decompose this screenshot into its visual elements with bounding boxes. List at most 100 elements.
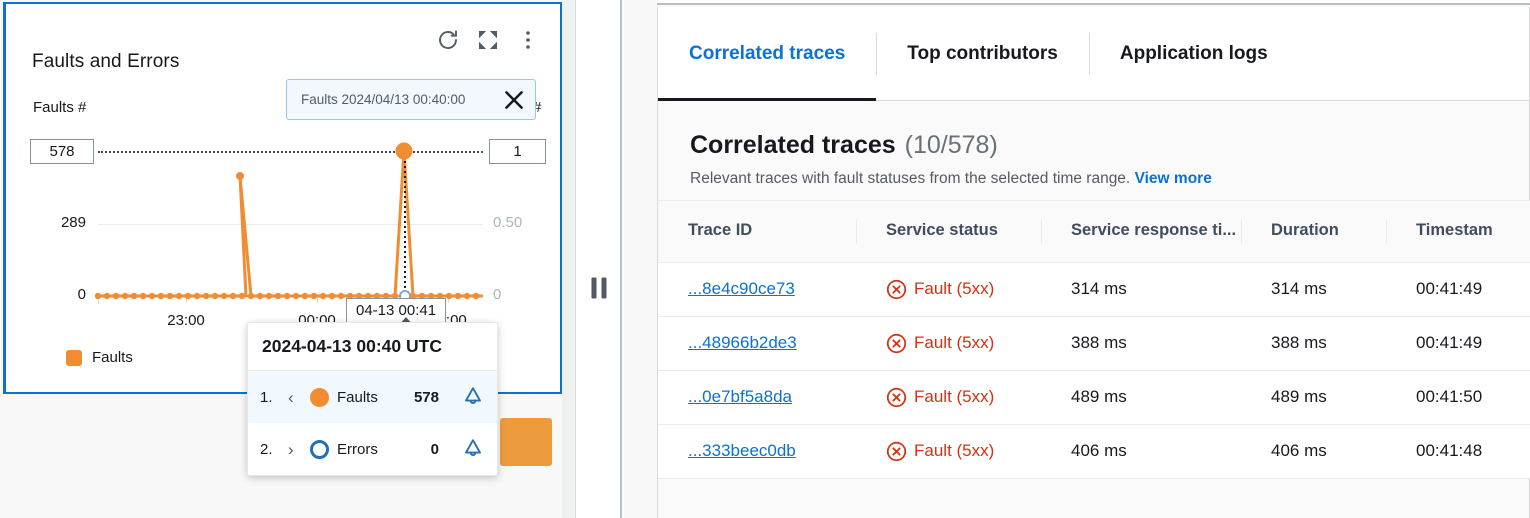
column-header-label: Duration <box>1241 221 1386 240</box>
cell-trace-id: ...0e7bf5a8da <box>658 370 856 424</box>
tooltip-series-value: 0 <box>431 441 439 458</box>
status-label: Fault (5xx) <box>914 279 994 299</box>
correlated-traces-table: Trace ID Service status Service response… <box>658 200 1530 479</box>
tooltip-row-errors[interactable]: 2. › Errors 0 <box>248 423 497 475</box>
trace-id-link[interactable]: ...333beec0db <box>688 441 796 460</box>
chart-legend[interactable]: Faults <box>66 349 133 366</box>
trace-id-link[interactable]: ...0e7bf5a8da <box>688 387 792 406</box>
cell-timestamp: 00:41:48 <box>1386 424 1530 478</box>
widget-actions <box>436 28 540 52</box>
cell-trace-id: ...8e4c90ce73 <box>658 262 856 316</box>
error-circle-icon <box>886 441 907 462</box>
splitter-grip-icon[interactable] <box>591 278 606 299</box>
cursor-time-label: 04-13 00:41 <box>346 298 446 323</box>
faults-series-line <box>6 134 565 334</box>
bell-icon[interactable] <box>461 385 485 409</box>
right-panel: Correlated traces Top contributors Appli… <box>624 0 1530 518</box>
column-header-label: Service response ti... <box>1041 221 1241 240</box>
selected-data-point <box>396 143 413 160</box>
refresh-icon[interactable] <box>436 28 460 52</box>
cell-service-response-time: 388 ms <box>1041 316 1241 370</box>
table-row[interactable]: ...8e4c90ce73 Fault (5xx) 314 ms 314 ms … <box>658 262 1530 316</box>
table-header: Trace ID Service status Service response… <box>658 201 1530 263</box>
column-header-label: Service status <box>856 221 1041 240</box>
correlated-traces-card: Correlated traces Top contributors Appli… <box>657 7 1530 518</box>
panel-header: Correlated traces (10/578) Relevant trac… <box>658 101 1529 188</box>
tab-correlated-traces[interactable]: Correlated traces <box>658 7 876 101</box>
tab-bar: Correlated traces Top contributors Appli… <box>658 7 1529 101</box>
tab-label: Correlated traces <box>689 43 845 65</box>
tab-panel-body: Correlated traces (10/578) Relevant trac… <box>658 101 1529 518</box>
legend-swatch-faults <box>66 350 82 366</box>
panel-heading-count: (10/578) <box>905 131 998 160</box>
cell-duration: 388 ms <box>1241 316 1386 370</box>
selected-series-label: Faults 2024/04/13 00:40:00 <box>301 92 493 107</box>
right-panel-top-strip <box>657 0 1530 5</box>
tooltip-row-index: 1. <box>260 389 280 406</box>
series-marker-filled-icon <box>310 388 329 407</box>
tooltip-row-index: 2. <box>260 441 280 458</box>
panel-heading-text: Correlated traces <box>690 131 896 160</box>
tab-application-logs[interactable]: Application logs <box>1089 7 1299 101</box>
tooltip-header: 2024-04-13 00:40 UTC <box>248 323 497 371</box>
cell-service-status: Fault (5xx) <box>856 262 1041 316</box>
status-badge: Fault (5xx) <box>886 279 1041 300</box>
cell-service-status: Fault (5xx) <box>856 424 1041 478</box>
chevron-right-icon: › <box>288 441 302 458</box>
widget-title: Faults and Errors <box>32 51 179 73</box>
chevron-left-icon: ‹ <box>288 389 302 406</box>
bell-icon[interactable] <box>461 437 485 461</box>
status-badge: Fault (5xx) <box>886 387 1041 408</box>
chart-plot-area[interactable]: 578 289 0 1 0.50 0 23:00 00:00 01:00 <box>6 134 565 334</box>
column-header-label: Trace ID <box>658 221 856 240</box>
primary-button-fragment[interactable] <box>500 418 552 466</box>
tab-top-contributors[interactable]: Top contributors <box>876 7 1089 101</box>
column-header-service-status[interactable]: Service status <box>856 201 1041 263</box>
trace-id-link[interactable]: ...48966b2de3 <box>688 333 797 352</box>
kebab-menu-icon[interactable] <box>516 28 540 52</box>
expand-icon[interactable] <box>476 28 500 52</box>
legend-label-faults: Faults <box>92 349 133 366</box>
status-label: Fault (5xx) <box>914 333 994 353</box>
trace-id-link[interactable]: ...8e4c90ce73 <box>688 279 795 298</box>
close-icon[interactable] <box>501 87 527 113</box>
cell-duration: 406 ms <box>1241 424 1386 478</box>
tooltip-row-faults[interactable]: 1. ‹ Faults 578 <box>248 371 497 423</box>
cell-duration: 314 ms <box>1241 262 1386 316</box>
error-circle-icon <box>886 387 907 408</box>
cell-trace-id: ...48966b2de3 <box>658 316 856 370</box>
cell-trace-id: ...333beec0db <box>658 424 856 478</box>
view-more-link[interactable]: View more <box>1135 170 1212 187</box>
error-circle-icon <box>886 279 907 300</box>
status-label: Fault (5xx) <box>914 387 994 407</box>
tooltip-series-value: 578 <box>414 389 439 406</box>
column-header-service-response-time[interactable]: Service response ti... <box>1041 201 1241 263</box>
table-body: ...8e4c90ce73 Fault (5xx) 314 ms 314 ms … <box>658 262 1530 478</box>
cell-service-status: Fault (5xx) <box>856 370 1041 424</box>
cell-service-response-time: 314 ms <box>1041 262 1241 316</box>
column-header-duration[interactable]: Duration <box>1241 201 1386 263</box>
tab-label: Top contributors <box>907 43 1058 65</box>
panel-gap <box>562 0 576 518</box>
column-header-timestamp[interactable]: Timestam <box>1386 201 1530 263</box>
table-row[interactable]: ...48966b2de3 Fault (5xx) 388 ms 388 ms … <box>658 316 1530 370</box>
table-header-row: Trace ID Service status Service response… <box>658 201 1530 263</box>
page-title: Correlated traces (10/578) <box>690 131 1529 160</box>
cell-timestamp: 00:41:49 <box>1386 316 1530 370</box>
cell-service-status: Fault (5xx) <box>856 316 1041 370</box>
screen-root: Faults and Errors Faults # # Fault <box>0 0 1530 518</box>
panel-description: Relevant traces with fault statuses from… <box>690 170 1529 188</box>
tooltip-series-name: Errors <box>337 441 378 458</box>
left-axis-label: Faults # <box>33 99 86 116</box>
tab-label: Application logs <box>1120 43 1268 65</box>
column-header-trace-id[interactable]: Trace ID <box>658 201 856 263</box>
selected-series-chip[interactable]: Faults 2024/04/13 00:40:00 <box>286 79 536 120</box>
panel-splitter[interactable] <box>577 0 622 518</box>
table-row[interactable]: ...333beec0db Fault (5xx) 406 ms 406 ms … <box>658 424 1530 478</box>
series-marker-hollow-icon <box>310 440 329 459</box>
status-label: Fault (5xx) <box>914 441 994 461</box>
status-badge: Fault (5xx) <box>886 441 1041 462</box>
table-row[interactable]: ...0e7bf5a8da Fault (5xx) 489 ms 489 ms … <box>658 370 1530 424</box>
tooltip-series-name: Faults <box>337 389 378 406</box>
cell-service-response-time: 489 ms <box>1041 370 1241 424</box>
